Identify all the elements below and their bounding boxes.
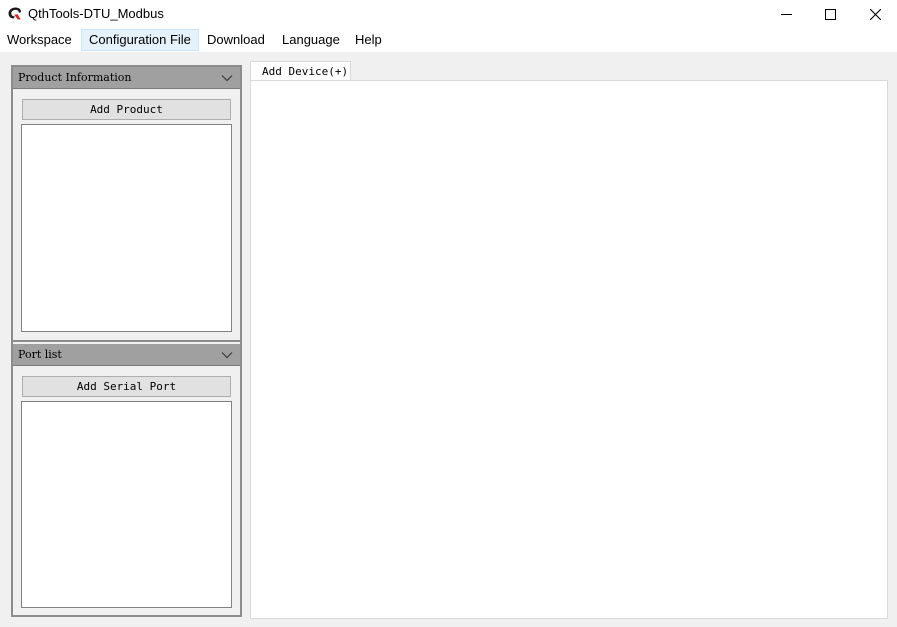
port-list-title: Port list — [18, 348, 62, 361]
product-information-title: Product Information — [18, 71, 132, 84]
menu-language[interactable]: Language — [275, 29, 347, 51]
close-icon — [869, 8, 881, 20]
minimize-icon — [780, 13, 792, 15]
close-button[interactable] — [852, 0, 897, 28]
device-tab-pane — [250, 80, 888, 619]
port-list-header[interactable]: Port list — [13, 344, 240, 366]
chevron-down-icon — [221, 352, 233, 359]
menu-help[interactable]: Help — [348, 29, 389, 51]
minimize-button[interactable] — [763, 0, 809, 28]
menu-download[interactable]: Download — [200, 29, 272, 51]
menu-workspace[interactable]: Workspace — [0, 29, 79, 51]
window-title: QthTools-DTU_Modbus — [28, 6, 164, 21]
maximize-icon — [824, 8, 836, 20]
product-list[interactable] — [21, 124, 232, 332]
qthtools-logo-icon — [7, 6, 22, 21]
add-product-button[interactable]: Add Product — [22, 99, 231, 120]
menu-configuration-file[interactable]: Configuration File — [81, 29, 199, 51]
product-information-header[interactable]: Product Information — [13, 67, 240, 89]
port-list[interactable] — [21, 401, 232, 608]
menu-bar: Workspace Configuration File Download La… — [0, 28, 897, 52]
add-serial-port-button[interactable]: Add Serial Port — [22, 376, 231, 397]
chevron-down-icon — [221, 75, 233, 82]
maximize-button[interactable] — [807, 0, 853, 28]
left-panel: Product Information Add Product Port lis… — [11, 65, 242, 617]
panel-divider — [13, 340, 240, 342]
title-bar: QthTools-DTU_Modbus — [0, 0, 897, 28]
tab-add-device[interactable]: Add Device(+) — [250, 61, 351, 81]
